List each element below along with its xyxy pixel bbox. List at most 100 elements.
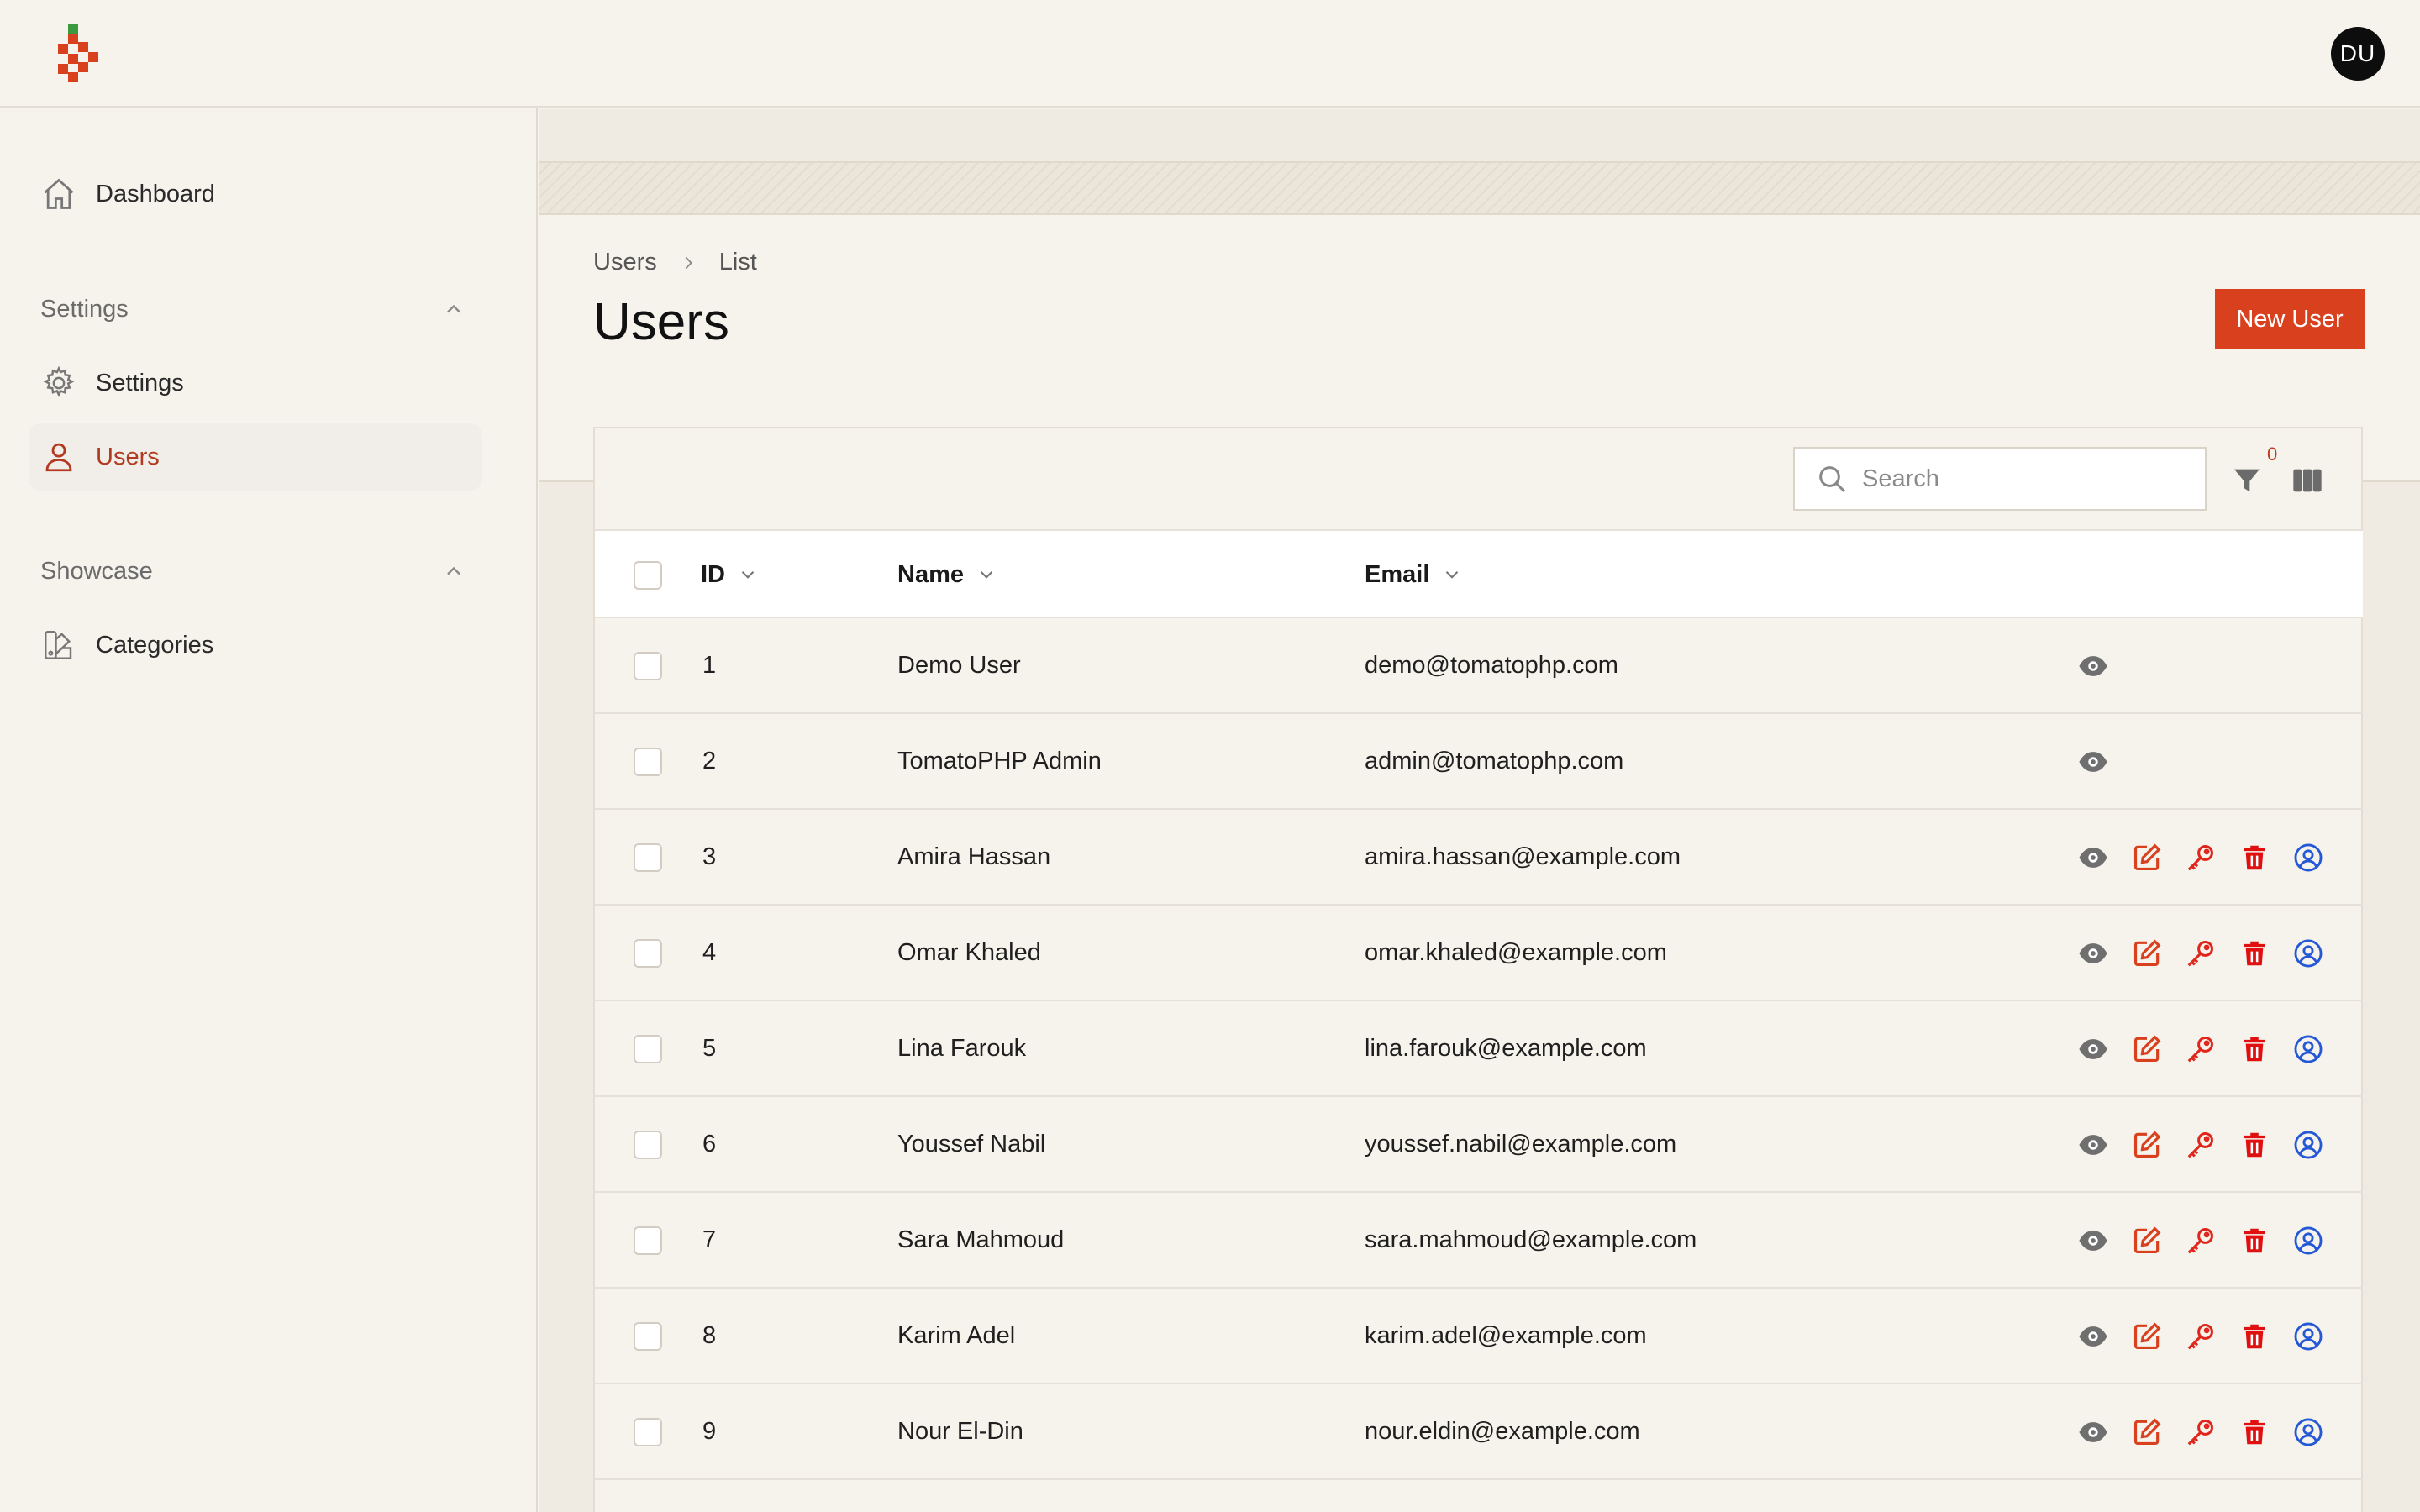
- trash-icon[interactable]: [2238, 842, 2270, 874]
- row-checkbox[interactable]: [634, 748, 662, 776]
- column-label: Name: [897, 560, 964, 588]
- user-avatar[interactable]: DU: [2331, 27, 2385, 81]
- edit-icon[interactable]: [2131, 937, 2163, 969]
- cell-id: 7: [702, 1226, 717, 1253]
- key-icon[interactable]: [2185, 937, 2217, 969]
- column-header-name[interactable]: Name: [897, 531, 997, 618]
- trash-icon[interactable]: [2238, 937, 2270, 969]
- row-checkbox[interactable]: [634, 939, 662, 968]
- user-circle-icon[interactable]: [2292, 1416, 2324, 1448]
- eye-icon[interactable]: [2077, 1129, 2109, 1161]
- key-icon[interactable]: [2185, 1033, 2217, 1065]
- breadcrumb-users[interactable]: Users: [593, 249, 657, 276]
- sidebar-item-dashboard[interactable]: Dashboard: [29, 160, 482, 228]
- cell-email: amira.hassan@example.com: [1365, 843, 1681, 870]
- eye-icon[interactable]: [2077, 1416, 2109, 1448]
- edit-icon[interactable]: [2131, 842, 2163, 874]
- table-header: ID Name Email: [595, 529, 2363, 618]
- cell-name: Sara Mahmoud: [897, 1226, 1065, 1253]
- columns-icon[interactable]: [2291, 464, 2324, 497]
- table-toolbar: 0: [595, 428, 2363, 529]
- table-row[interactable]: 5 Lina Farouk lina.farouk@example.com: [595, 1001, 2363, 1097]
- eye-icon[interactable]: [2077, 1320, 2109, 1352]
- table-row[interactable]: 8 Karim Adel karim.adel@example.com: [595, 1289, 2363, 1384]
- key-icon[interactable]: [2185, 1416, 2217, 1448]
- eye-icon[interactable]: [2077, 937, 2109, 969]
- sidebar-group-settings: Settings: [40, 296, 129, 323]
- search-input[interactable]: [1862, 465, 2181, 493]
- user-circle-icon[interactable]: [2292, 1033, 2324, 1065]
- trash-icon[interactable]: [2238, 1225, 2270, 1257]
- column-label: ID: [701, 560, 725, 588]
- users-table-card: 0 ID Name Email 1 Demo User demo@tomatophp…: [593, 427, 2363, 1512]
- cell-name: TomatoPHP Admin: [897, 747, 1102, 774]
- eye-icon[interactable]: [2077, 842, 2109, 874]
- cell-email: admin@tomatophp.com: [1365, 747, 1624, 774]
- table-row[interactable]: 7 Sara Mahmoud sara.mahmoud@example.com: [595, 1193, 2363, 1289]
- page-title: Users: [593, 293, 729, 351]
- home-icon: [40, 176, 77, 213]
- table-row[interactable]: 6 Youssef Nabil youssef.nabil@example.com: [595, 1097, 2363, 1193]
- row-checkbox[interactable]: [634, 652, 662, 680]
- cell-email: omar.khaled@example.com: [1365, 938, 1667, 966]
- trash-icon[interactable]: [2238, 1320, 2270, 1352]
- sidebar-item-label: Users: [96, 443, 160, 470]
- user-circle-icon[interactable]: [2292, 842, 2324, 874]
- select-all-checkbox[interactable]: [634, 561, 662, 590]
- cell-name: Amira Hassan: [897, 843, 1051, 870]
- edit-icon[interactable]: [2131, 1129, 2163, 1161]
- key-icon[interactable]: [2185, 1225, 2217, 1257]
- user-circle-icon[interactable]: [2292, 1129, 2324, 1161]
- table-row[interactable]: 3 Amira Hassan amira.hassan@example.com: [595, 810, 2363, 906]
- edit-icon[interactable]: [2131, 1225, 2163, 1257]
- table-row[interactable]: 2 TomatoPHP Admin admin@tomatophp.com: [595, 714, 2363, 810]
- row-checkbox[interactable]: [634, 1131, 662, 1159]
- row-checkbox[interactable]: [634, 1035, 662, 1063]
- eye-icon[interactable]: [2077, 746, 2109, 778]
- app-logo[interactable]: [55, 24, 106, 82]
- cell-id: 6: [702, 1130, 717, 1158]
- column-header-id[interactable]: ID: [701, 531, 759, 618]
- row-checkbox[interactable]: [634, 1322, 662, 1351]
- eye-icon[interactable]: [2077, 650, 2109, 682]
- gear-icon: [40, 365, 77, 402]
- user-circle-icon[interactable]: [2292, 937, 2324, 969]
- edit-icon[interactable]: [2131, 1320, 2163, 1352]
- chevron-right-icon: [685, 256, 692, 269]
- row-checkbox[interactable]: [634, 1418, 662, 1446]
- edit-icon[interactable]: [2131, 1416, 2163, 1448]
- trash-icon[interactable]: [2238, 1033, 2270, 1065]
- sidebar-item-settings[interactable]: Settings: [29, 349, 482, 417]
- filter-icon[interactable]: [2230, 464, 2264, 497]
- cell-name: Karim Adel: [897, 1321, 1016, 1349]
- cell-email: youssef.nabil@example.com: [1365, 1130, 1677, 1158]
- edit-icon[interactable]: [2131, 1033, 2163, 1065]
- sidebar-item-label: Dashboard: [96, 180, 215, 207]
- table-row[interactable]: 1 Demo User demo@tomatophp.com: [595, 618, 2363, 714]
- table-row[interactable]: 9 Nour El-Din nour.eldin@example.com: [595, 1384, 2363, 1480]
- new-user-button[interactable]: New User: [2215, 289, 2365, 349]
- trash-icon[interactable]: [2238, 1416, 2270, 1448]
- user-circle-icon[interactable]: [2292, 1320, 2324, 1352]
- trash-icon[interactable]: [2238, 1129, 2270, 1161]
- key-icon[interactable]: [2185, 1320, 2217, 1352]
- sidebar-item-label: Settings: [96, 369, 184, 396]
- user-circle-icon[interactable]: [2292, 1225, 2324, 1257]
- sidebar-item-users[interactable]: Users: [29, 423, 482, 491]
- chevron-up-icon[interactable]: [442, 297, 466, 321]
- sidebar-item-categories[interactable]: Categories: [29, 612, 482, 679]
- row-checkbox[interactable]: [634, 843, 662, 872]
- key-icon[interactable]: [2185, 842, 2217, 874]
- key-icon[interactable]: [2185, 1129, 2217, 1161]
- eye-icon[interactable]: [2077, 1033, 2109, 1065]
- cell-name: Youssef Nabil: [897, 1130, 1046, 1158]
- column-header-email[interactable]: Email: [1365, 531, 1463, 618]
- search-box[interactable]: [1793, 447, 2207, 511]
- filter-count-badge: 0: [2267, 444, 2278, 465]
- cell-email: karim.adel@example.com: [1365, 1321, 1647, 1349]
- table-row[interactable]: 4 Omar Khaled omar.khaled@example.com: [595, 906, 2363, 1001]
- row-checkbox[interactable]: [634, 1226, 662, 1255]
- cell-id: 4: [702, 938, 717, 966]
- eye-icon[interactable]: [2077, 1225, 2109, 1257]
- chevron-up-icon[interactable]: [442, 559, 466, 583]
